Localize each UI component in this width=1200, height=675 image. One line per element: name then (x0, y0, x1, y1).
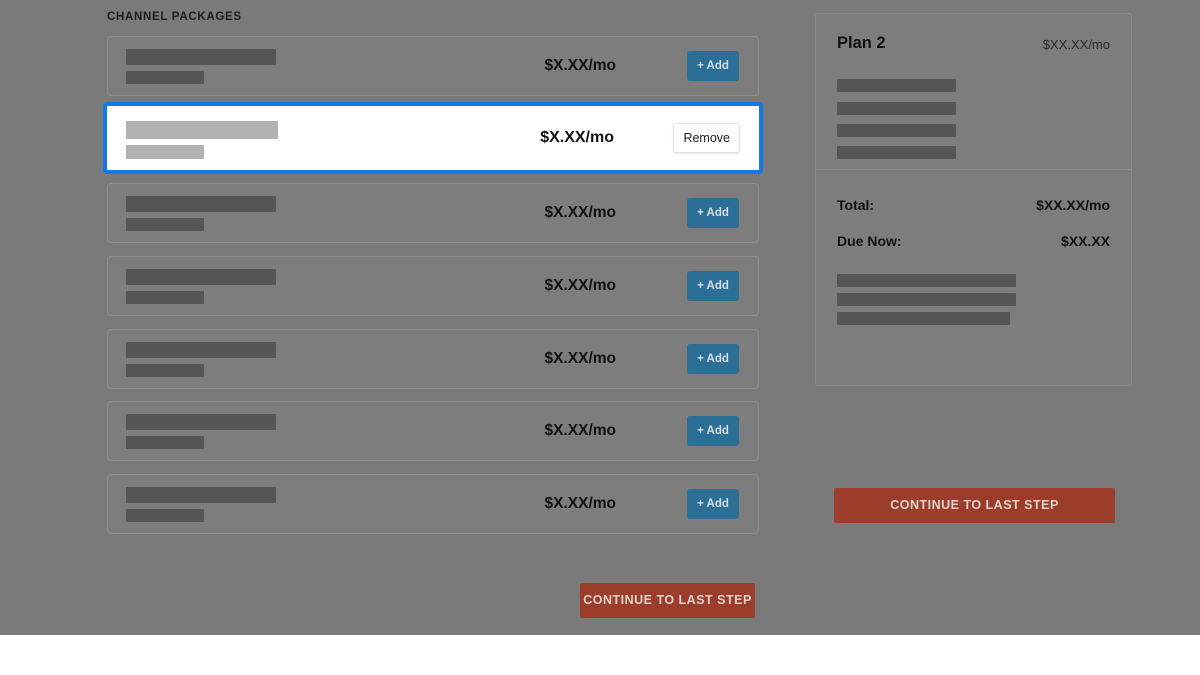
package-title-placeholder (126, 269, 276, 285)
dimmed-page-area: CHANNEL PACKAGES $X.XX/mo + Add $X.XX/mo… (0, 0, 1200, 635)
package-title-placeholder (126, 342, 276, 358)
package-price: $X.XX/mo (540, 129, 614, 146)
package-price: $X.XX/mo (544, 350, 617, 367)
panel-continue-to-last-step-button[interactable]: CONTINUE TO LAST STEP (834, 488, 1115, 523)
package-subtitle-placeholder (126, 218, 204, 231)
package-subtitle-placeholder (126, 509, 204, 522)
add-package-button[interactable]: + Add (687, 271, 739, 301)
total-line: Total: $XX.XX/mo (837, 197, 1110, 215)
due-now-label: Due Now: (837, 233, 902, 249)
continue-to-last-step-button[interactable]: CONTINUE TO LAST STEP (580, 583, 755, 618)
package-title-placeholder (126, 414, 276, 430)
package-title-placeholder (126, 121, 278, 139)
add-package-button[interactable]: + Add (687, 489, 739, 519)
plan-price: $XX.XX/mo (1042, 37, 1110, 52)
package-row[interactable]: $X.XX/mo + Add (107, 183, 759, 243)
package-price: $X.XX/mo (544, 277, 617, 294)
screen-root: CHANNEL PACKAGES $X.XX/mo + Add $X.XX/mo… (0, 0, 1200, 675)
remove-package-button[interactable]: Remove (673, 123, 740, 153)
add-package-button[interactable]: + Add (687, 198, 739, 228)
plan-name: Plan 2 (837, 34, 886, 52)
summary-detail-placeholder (837, 293, 1016, 306)
package-price: $X.XX/mo (544, 422, 617, 439)
package-price: $X.XX/mo (544, 495, 617, 512)
package-subtitle-placeholder (126, 436, 204, 449)
total-label: Total: (837, 197, 875, 213)
package-price: $X.XX/mo (544, 204, 617, 221)
order-summary-panel: Plan 2 $XX.XX/mo Total: $XX.XX/mo Due No… (815, 13, 1132, 523)
package-price: $X.XX/mo (544, 57, 617, 74)
package-subtitle-placeholder (126, 145, 204, 159)
package-subtitle-placeholder (126, 291, 204, 304)
summary-detail-placeholder (837, 312, 1010, 325)
package-row[interactable]: $X.XX/mo + Add (107, 256, 759, 316)
package-row[interactable]: $X.XX/mo + Add (107, 36, 759, 96)
plan-feature-placeholder (837, 146, 956, 159)
package-row[interactable]: $X.XX/mo + Add (107, 329, 759, 389)
selected-package-row[interactable]: $X.XX/mo Remove (103, 102, 763, 174)
due-now-value: $XX.XX (1060, 233, 1110, 249)
package-title-placeholder (126, 196, 276, 212)
package-subtitle-placeholder (126, 364, 204, 377)
plan-feature-placeholder (837, 102, 956, 115)
package-row[interactable]: $X.XX/mo + Add (107, 474, 759, 534)
package-subtitle-placeholder (126, 71, 204, 84)
summary-detail-placeholder (837, 274, 1016, 287)
plan-feature-placeholder (837, 124, 956, 137)
package-title-placeholder (126, 49, 276, 65)
due-now-line: Due Now: $XX.XX (837, 233, 1110, 251)
add-package-button[interactable]: + Add (687, 344, 739, 374)
add-package-button[interactable]: + Add (687, 416, 739, 446)
section-heading: CHANNEL PACKAGES (107, 11, 242, 23)
plan-header-section: Plan 2 $XX.XX/mo (816, 14, 1131, 170)
add-package-button[interactable]: + Add (687, 51, 739, 81)
plan-feature-placeholder (837, 79, 956, 92)
package-row[interactable]: $X.XX/mo + Add (107, 401, 759, 461)
package-title-placeholder (126, 487, 276, 503)
total-value: $XX.XX/mo (1036, 197, 1110, 213)
totals-section: Total: $XX.XX/mo Due Now: $XX.XX CONTINU… (816, 170, 1131, 523)
